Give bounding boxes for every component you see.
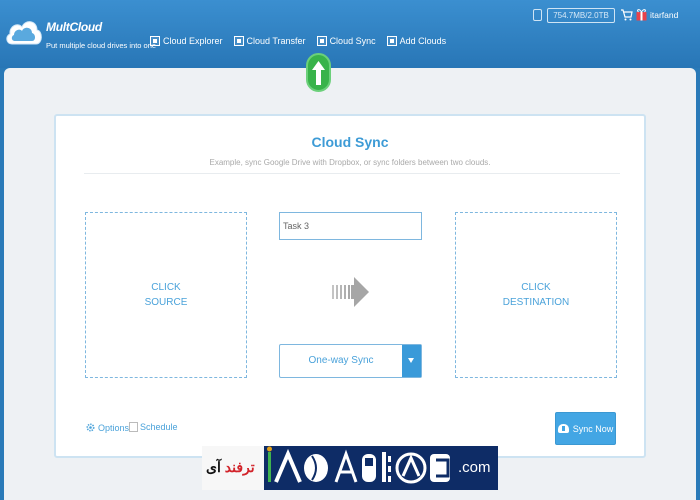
watermark-fa-text: ترفند آی <box>206 459 255 475</box>
cloud-sync-card: Cloud Sync Example, sync Google Drive wi… <box>54 114 646 458</box>
nav-cloud-explorer[interactable]: Cloud Explorer <box>150 36 223 46</box>
green-up-arrow-icon <box>306 53 331 92</box>
cloud-explorer-icon <box>150 36 160 46</box>
watermark-banner: ترفند آی .com <box>202 446 498 490</box>
destination-label-line2: DESTINATION <box>502 297 570 308</box>
right-arrow-icon <box>332 276 370 313</box>
cloud-upload-icon <box>557 424 569 433</box>
watermark-logo-icon <box>266 446 456 495</box>
username[interactable]: itarfand <box>650 10 678 20</box>
chevron-down-icon[interactable] <box>402 345 421 377</box>
destination-label-line1: CLICK <box>521 282 551 293</box>
task-name-input[interactable] <box>279 212 422 240</box>
nav-label: Cloud Explorer <box>163 36 223 46</box>
add-clouds-icon <box>386 36 397 46</box>
brand-tagline: Put multiple cloud drives into one <box>46 41 157 50</box>
schedule-label: Schedule <box>140 422 178 432</box>
multcloud-logo-icon[interactable] <box>4 10 44 52</box>
options-label: Options <box>98 422 130 433</box>
nav-add-clouds[interactable]: Add Clouds <box>386 36 447 46</box>
storage-icon[interactable] <box>533 9 542 21</box>
source-label-line1: CLICK <box>151 282 181 293</box>
cart-icon[interactable] <box>621 8 633 26</box>
schedule-checkbox[interactable]: Schedule <box>129 422 178 432</box>
sync-mode-select[interactable]: One-way Sync <box>279 344 422 378</box>
sync-mode-label: One-way Sync <box>308 355 374 366</box>
watermark-domain: .com <box>458 459 491 476</box>
gift-icon[interactable] <box>636 8 647 26</box>
source-label-line2: SOURCE <box>144 297 188 308</box>
nav-label: Cloud Sync <box>329 36 376 46</box>
page-title: Cloud Sync <box>311 134 389 150</box>
sync-now-button[interactable]: Sync Now <box>555 412 616 445</box>
select-destination-box[interactable]: CLICK DESTINATION <box>455 212 617 378</box>
page-subtitle: Example, sync Google Drive with Dropbox,… <box>209 158 491 167</box>
main-nav: Cloud Explorer Cloud Transfer Cloud Sync… <box>150 36 457 46</box>
nav-label: Cloud Transfer <box>246 36 306 46</box>
gear-icon <box>86 423 95 432</box>
cloud-sync-icon <box>316 36 327 46</box>
nav-label: Add Clouds <box>399 36 447 46</box>
cloud-transfer-icon <box>233 36 244 46</box>
sync-now-label: Sync Now <box>572 423 614 434</box>
select-source-box[interactable]: CLICK SOURCE <box>85 212 247 378</box>
storage-usage[interactable]: 754.7MB/2.0TB <box>547 8 615 23</box>
divider <box>84 173 620 174</box>
top-header: MultCloud Put multiple cloud drives into… <box>0 0 700 68</box>
nav-cloud-transfer[interactable]: Cloud Transfer <box>233 36 306 46</box>
nav-cloud-sync[interactable]: Cloud Sync <box>316 36 376 46</box>
brand-name[interactable]: MultCloud <box>46 20 102 34</box>
checkbox-icon[interactable] <box>129 422 138 432</box>
watermark-fa-panel: ترفند آی <box>202 446 264 490</box>
options-link[interactable]: Options <box>85 422 129 433</box>
